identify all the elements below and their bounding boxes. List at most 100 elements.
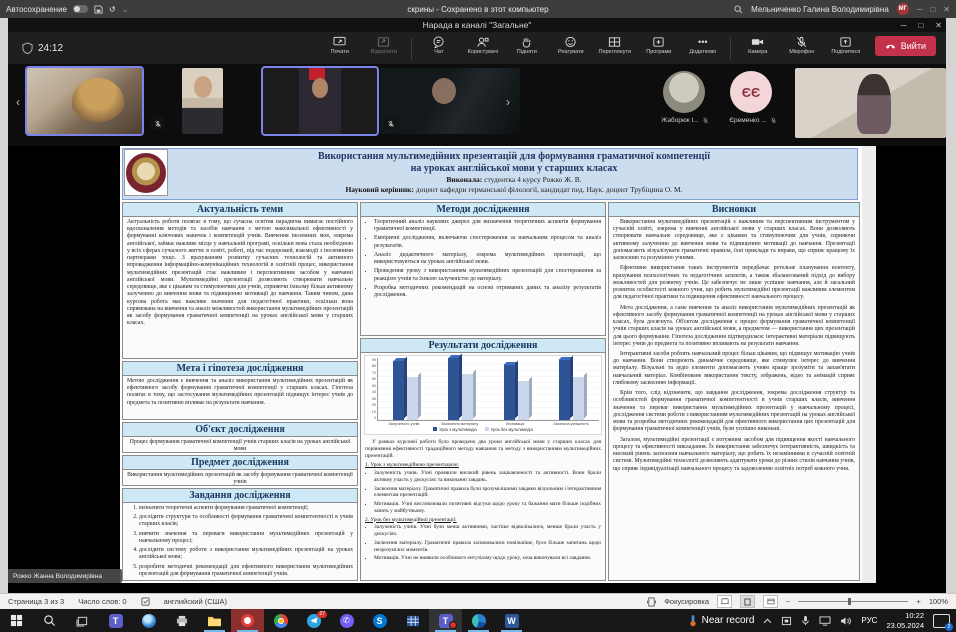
taskbar-blue-app-icon[interactable]	[132, 609, 165, 632]
snip-tray-icon[interactable]	[781, 616, 792, 626]
start-recording-button[interactable]: Почати	[319, 36, 361, 55]
page-indicator[interactable]: Страница 3 из 3	[8, 597, 64, 606]
zoom-slider[interactable]	[798, 601, 908, 602]
video-tile-3[interactable]	[263, 68, 377, 134]
teams-maximize-icon[interactable]: □	[918, 21, 923, 30]
apps-button[interactable]: Програми	[638, 36, 680, 55]
grid-view-icon	[608, 36, 621, 48]
printer-icon	[175, 615, 189, 627]
chart-legend-entry: Урок без мультимедіа	[485, 427, 533, 432]
conclusion-paragraph: Мета дослідження, а саме вивчення та ана…	[613, 305, 855, 348]
restore-icon[interactable]: □	[930, 5, 935, 14]
zoom-slider-thumb[interactable]	[848, 598, 851, 605]
keyboard-language[interactable]: РУС	[861, 616, 877, 625]
autosave-toggle[interactable]	[73, 5, 88, 13]
teams-minimize-icon[interactable]: ─	[901, 21, 907, 30]
taskbar-word-icon[interactable]: W	[495, 609, 528, 632]
section-body: Метою дослідження є вивчення та аналіз в…	[123, 376, 357, 419]
slide-title-banner: Використання мультимедійних презентацій …	[122, 148, 858, 200]
mic-button[interactable]: Мікрофон	[781, 36, 823, 55]
minimize-icon[interactable]: ─	[917, 5, 923, 14]
focus-icon[interactable]	[647, 597, 656, 607]
zoom-in-button[interactable]: +	[916, 597, 920, 606]
share-screen-icon	[839, 36, 852, 48]
start-button[interactable]	[0, 609, 33, 632]
taskbar-teams-icon[interactable]: T	[99, 609, 132, 632]
close-icon[interactable]: ✕	[943, 5, 950, 14]
taskbar-spreadsheet-icon[interactable]	[396, 609, 429, 632]
share-button[interactable]: Поділитися	[825, 36, 867, 55]
leave-button[interactable]: Вийти	[875, 36, 936, 56]
slide-author: Виконала: студентка 4 курсу Рожко Ж. В.	[175, 175, 853, 184]
chart-bar-group	[489, 358, 544, 420]
section-methods: Методи дослідження Теоретичний аналіз на…	[360, 202, 606, 336]
results-text: У рамках курсової роботи було проведено …	[361, 437, 605, 580]
taskbar-chrome-icon[interactable]	[264, 609, 297, 632]
view-button[interactable]: Переглянути	[594, 36, 636, 55]
taskbar-opera-icon[interactable]	[231, 609, 264, 632]
conclusion-paragraph: Використання мультимедійних презентацій …	[613, 219, 855, 262]
taskbar-edge-icon[interactable]	[462, 609, 495, 632]
participant-avatar[interactable]	[663, 71, 705, 113]
taskbar-weather-widget[interactable]: Near record	[689, 614, 755, 627]
taskbar-teams-active-icon[interactable]: T	[429, 609, 462, 632]
show-hidden-icons-chevron[interactable]	[763, 618, 772, 624]
word-titlebar: Автосохранение ↺ ⌄ скрины - Сохранено в …	[0, 0, 956, 18]
mic-tray-icon[interactable]	[801, 615, 810, 626]
video-tile-1[interactable]	[27, 68, 142, 134]
teams-close-icon[interactable]: ✕	[935, 21, 942, 30]
chat-icon	[432, 36, 445, 48]
video-tile-4[interactable]	[380, 68, 520, 134]
chart-bar	[573, 377, 584, 420]
taskbar-file-explorer-icon[interactable]	[198, 609, 231, 632]
proofing-icon[interactable]	[141, 597, 150, 607]
more-button[interactable]: ••• Додатково	[682, 36, 724, 55]
taskbar-printer-icon[interactable]	[165, 609, 198, 632]
scroll-right-chevron-icon[interactable]: ›	[506, 96, 510, 108]
slide-title-line1: Використання мультимедійних презентацій …	[175, 151, 853, 163]
chart-bar	[559, 360, 570, 420]
web-layout-view-button[interactable]	[763, 595, 778, 608]
video-tile-2[interactable]	[182, 68, 223, 134]
camera-button[interactable]: Камера	[737, 36, 779, 55]
video-tile-large[interactable]	[795, 68, 946, 138]
network-tray-icon[interactable]	[819, 616, 831, 626]
focus-label[interactable]: Фокусировка	[664, 597, 709, 606]
results-list2-title: 2. Урок без мультимедійної презентації:	[365, 517, 601, 524]
slide-column-right: Висновки Використання мультимедійних пре…	[608, 202, 860, 581]
raise-hand-button[interactable]: Підняти	[506, 36, 548, 55]
read-mode-view-button[interactable]	[717, 595, 732, 608]
toolbar-divider	[730, 38, 731, 60]
word-user-name: Мельниченко Галина Володимирівна	[751, 5, 889, 14]
taskbar-skype-icon[interactable]: S	[363, 609, 396, 632]
chart-bar-group	[378, 358, 433, 420]
zoom-out-button[interactable]: −	[786, 597, 790, 606]
document-scrollbar-area[interactable]	[862, 146, 876, 583]
notification-count-badge: 2	[945, 623, 953, 631]
chart-bar	[462, 374, 473, 420]
taskbar-clock[interactable]: 10:22 23.05.2024	[886, 611, 924, 630]
participants-button[interactable]: Користувачі	[462, 36, 504, 55]
user-avatar[interactable]: МГ	[897, 3, 909, 15]
action-center-button[interactable]: 2	[933, 614, 950, 628]
unpin-button[interactable]: Відкріпити	[363, 36, 405, 55]
scroll-left-chevron-icon[interactable]: ‹	[16, 96, 20, 108]
react-button[interactable]: Реагувати	[550, 36, 592, 55]
search-icon[interactable]	[734, 5, 743, 14]
volume-tray-icon[interactable]	[840, 616, 852, 626]
taskbar-search-button[interactable]	[33, 609, 66, 632]
zoom-level[interactable]: 100%	[929, 597, 948, 606]
clock-time: 10:22	[886, 611, 924, 620]
task-view-button[interactable]	[66, 609, 99, 632]
word-count[interactable]: Число слов: 0	[78, 597, 126, 606]
shared-document-page: Використання мультимедійних презентацій …	[120, 146, 862, 583]
participant-avatar-initials[interactable]: ЄЄ	[730, 71, 772, 113]
taskbar-viber-icon[interactable]: ✆	[330, 609, 363, 632]
print-layout-view-button[interactable]	[740, 595, 755, 608]
ribbon-more-icon[interactable]: ⌄	[122, 5, 129, 14]
chat-button[interactable]: Чат	[418, 36, 460, 55]
save-icon[interactable]	[94, 5, 103, 14]
taskbar-telegram-icon[interactable]: 27	[297, 609, 330, 632]
undo-icon[interactable]: ↺	[109, 5, 116, 14]
language-indicator[interactable]: английский (США)	[164, 597, 227, 606]
